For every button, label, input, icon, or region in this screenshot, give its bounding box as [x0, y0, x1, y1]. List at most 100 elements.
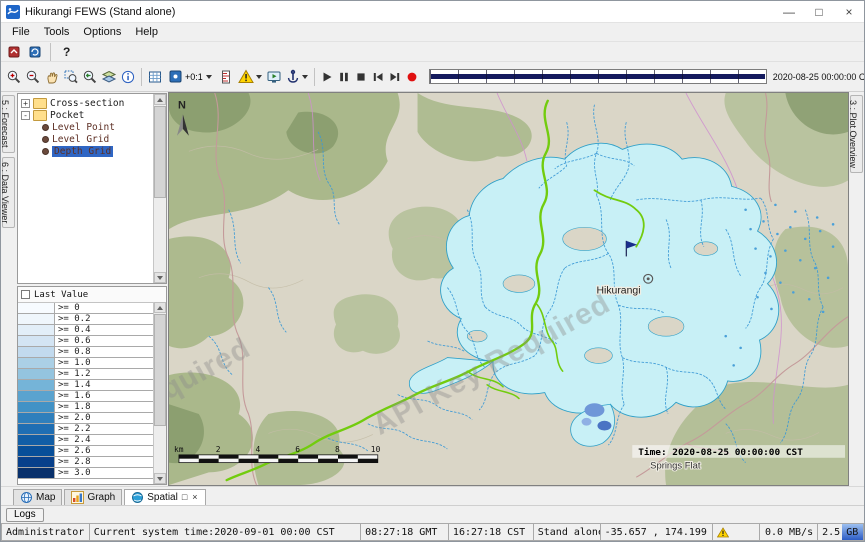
globe-icon	[20, 491, 33, 504]
last-value-label: Last Value	[34, 290, 88, 300]
layers-button[interactable]	[100, 67, 118, 87]
scrollbar-track[interactable]	[154, 105, 166, 272]
window-title: Hikurangi FEWS (Stand alone)	[25, 6, 175, 18]
legend-row: >= 1.0	[18, 358, 153, 369]
scroll-up-icon[interactable]	[154, 94, 166, 105]
last-value-checkbox[interactable]	[21, 290, 30, 299]
menu-options[interactable]: Options	[76, 25, 128, 39]
close-button[interactable]: ×	[834, 1, 864, 22]
map-view[interactable]: API Key Required API Key Required N km 2…	[168, 92, 849, 486]
status-system-time: Current system time:2020-09-01 00:00 CST	[89, 523, 360, 541]
legend-header: Last Value	[18, 287, 166, 303]
menu-file[interactable]: File	[5, 25, 37, 39]
legend-row: >= 1.6	[18, 391, 153, 402]
legend-row: >= 2.2	[18, 424, 153, 435]
tree-scrollbar[interactable]	[153, 94, 166, 283]
app-logo-icon	[6, 5, 20, 19]
tab-spatial[interactable]: Spatial □ ×	[124, 489, 205, 505]
warning-icon	[238, 69, 254, 84]
tab-label: Graph	[87, 492, 115, 503]
menu-tools[interactable]: Tools	[37, 25, 77, 39]
pan-button[interactable]	[43, 67, 61, 87]
status-download-rate: 0.0 MB/s	[759, 523, 817, 541]
tab-graph[interactable]: Graph	[64, 489, 122, 505]
side-tab-5-forecast[interactable]: 5 : Forecast	[2, 95, 15, 153]
tab-map[interactable]: Map	[13, 489, 62, 505]
stop-button[interactable]	[353, 67, 369, 87]
grid-display-button[interactable]	[146, 67, 164, 87]
status-warning[interactable]	[712, 523, 759, 541]
zoom-previous-icon	[82, 69, 98, 85]
status-cst-time: 16:27:18 CST	[448, 523, 533, 541]
side-tab-label: 6 : Data Viewer	[0, 162, 10, 223]
zoom-previous-button[interactable]	[81, 67, 99, 87]
record-icon	[405, 70, 419, 84]
record-button[interactable]	[404, 67, 420, 87]
play-button[interactable]	[319, 67, 335, 87]
tree-item[interactable]: Depth Grid	[21, 145, 152, 157]
minimize-button[interactable]: —	[774, 1, 804, 22]
timeline-slider[interactable]	[429, 69, 767, 84]
legend-swatch	[18, 358, 55, 368]
scroll-down-icon[interactable]	[154, 473, 166, 484]
scrollbar-track[interactable]	[154, 313, 166, 473]
chevron-down-icon	[302, 75, 308, 79]
panel-close-button[interactable]: ×	[191, 493, 198, 502]
step-forward-button[interactable]	[387, 67, 403, 87]
window-controls: — □ ×	[774, 1, 864, 22]
interval-dropdown[interactable]: +0:1	[165, 67, 216, 87]
expand-icon[interactable]: +	[21, 99, 30, 108]
side-tab-label: 5 : Forecast	[0, 100, 10, 148]
legend-swatch	[18, 424, 55, 434]
step-forward-icon	[388, 70, 402, 84]
status-bar: Administrator Current system time:2020-0…	[1, 523, 864, 541]
svg-text:6: 6	[295, 445, 300, 454]
tree-item[interactable]: +Cross-section	[21, 97, 152, 109]
logs-button[interactable]: Logs	[6, 508, 44, 522]
longitudinal-profile-button[interactable]	[217, 67, 235, 87]
menu-help[interactable]: Help	[128, 25, 165, 39]
scrollbar-thumb[interactable]	[154, 106, 166, 198]
pause-button[interactable]	[336, 67, 352, 87]
tab-label: Map	[36, 492, 55, 503]
pause-icon	[337, 70, 351, 84]
zoom-out-button[interactable]	[24, 67, 42, 87]
panel-maximize-button[interactable]: □	[181, 493, 188, 502]
legend-label: >= 0.8	[55, 347, 94, 357]
tree-item[interactable]: Level Grid	[21, 133, 152, 145]
help-button[interactable]: ?	[57, 44, 75, 60]
zoom-rectangle-button[interactable]	[62, 67, 80, 87]
tree-item[interactable]: -Pocket	[21, 109, 152, 121]
tools-dropdown[interactable]	[284, 67, 310, 87]
refresh-icon	[28, 45, 42, 59]
side-tab-3-plot-overview[interactable]: 3 : Plot Overview	[850, 95, 863, 173]
dock-tab-bar: Map Graph Spatial □ ×	[1, 486, 864, 505]
scroll-up-icon[interactable]	[154, 302, 166, 313]
maximize-button[interactable]: □	[804, 1, 834, 22]
svg-text:4: 4	[255, 445, 260, 454]
info-button[interactable]	[119, 67, 137, 87]
tree-item[interactable]: Level Point	[21, 121, 152, 133]
legend-label: >= 2.6	[55, 446, 94, 456]
scroll-down-icon[interactable]	[154, 272, 166, 283]
scrollbar-thumb[interactable]	[154, 314, 166, 426]
collapse-icon[interactable]: -	[21, 111, 30, 120]
legend-swatch	[18, 347, 55, 357]
animation-button[interactable]	[265, 67, 283, 87]
database-button[interactable]	[5, 44, 23, 60]
refresh-button[interactable]	[26, 44, 44, 60]
step-back-button[interactable]	[370, 67, 386, 87]
zoom-in-button[interactable]	[5, 67, 23, 87]
legend-swatch	[18, 369, 55, 379]
warning-dropdown[interactable]	[236, 67, 264, 87]
legend-row: >= 2.4	[18, 435, 153, 446]
zoom-out-icon	[25, 69, 41, 85]
memory-usage-label: 2.5 GB	[822, 527, 858, 538]
data-tree-panel: +Cross-section-PocketLevel PointLevel Gr…	[17, 93, 167, 284]
legend-scrollbar[interactable]	[153, 302, 166, 484]
status-gmt-time: 08:27:18 GMT	[360, 523, 448, 541]
display-icon	[266, 69, 282, 85]
side-tab-6-data-viewer[interactable]: 6 : Data Viewer	[2, 157, 15, 228]
anchor-tool-icon	[286, 69, 300, 84]
legend-swatch	[18, 413, 55, 423]
